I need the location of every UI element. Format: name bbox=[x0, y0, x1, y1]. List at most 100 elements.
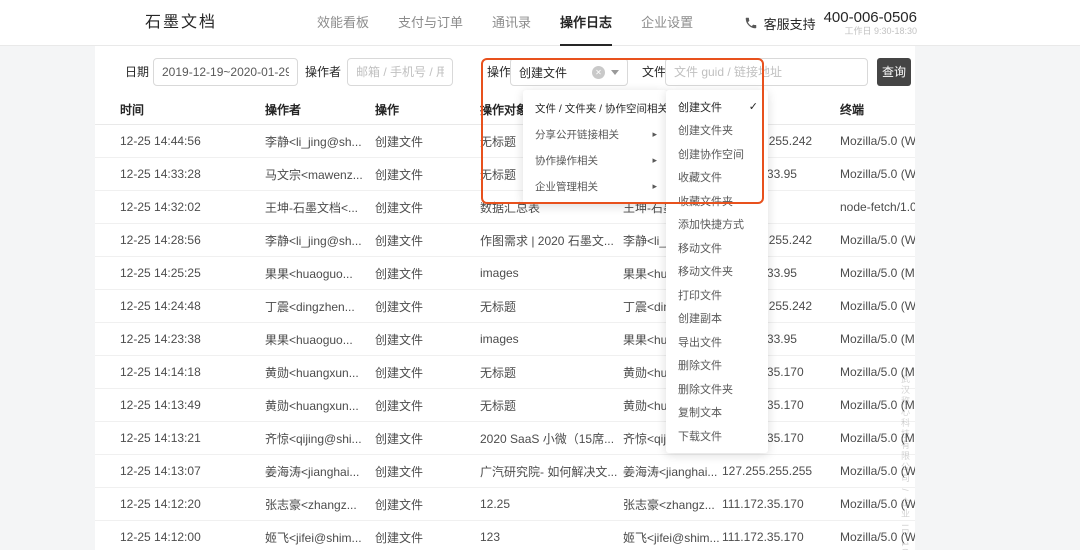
support-label: 客服支持 bbox=[764, 14, 816, 33]
table-row: 12-25 14:25:25果果<huaoguo...创建文件images果果<… bbox=[95, 257, 915, 290]
menu-group-item[interactable]: 分享公开链接相关▸ bbox=[523, 121, 667, 147]
menu-item[interactable]: 收藏文件 bbox=[666, 166, 768, 190]
nav-item-active[interactable]: 操作日志 bbox=[560, 0, 612, 46]
cell-terminal: node-fetch/1.0 (... bbox=[840, 200, 915, 214]
table-header-row: 时间操作者操作操作对象终端 bbox=[95, 95, 915, 125]
menu-group-label: 企业管理相关 bbox=[535, 179, 598, 194]
menu-item[interactable]: 创建文件✓ bbox=[666, 95, 768, 119]
cell-object: 123 bbox=[480, 530, 623, 544]
cell-operator: 齐惊<qijing@shi... bbox=[265, 430, 375, 447]
operator-input[interactable] bbox=[347, 58, 453, 86]
cell-action: 创建文件 bbox=[375, 166, 480, 183]
cell-time: 12-25 14:25:25 bbox=[120, 266, 265, 280]
operation-log-screen: 石墨文档 效能看板支付与订单通讯录操作日志企业设置 客服支持 400-006-0… bbox=[0, 0, 1080, 550]
cell-time: 12-25 14:32:02 bbox=[120, 200, 265, 214]
menu-item[interactable]: 收藏文件夹 bbox=[666, 189, 768, 213]
cell-time: 12-25 14:44:56 bbox=[120, 134, 265, 148]
header-cell: 终端 bbox=[840, 101, 915, 118]
cell-time: 12-25 14:24:48 bbox=[120, 299, 265, 313]
cell-operator: 李静<li_jing@sh... bbox=[265, 232, 375, 249]
menu-group-item[interactable]: 企业管理相关▸ bbox=[523, 173, 667, 199]
menu-item[interactable]: 移动文件夹 bbox=[666, 260, 768, 284]
cell-action: 创建文件 bbox=[375, 529, 480, 546]
menu-item-label: 创建副本 bbox=[678, 310, 722, 326]
clear-icon[interactable]: ✕ bbox=[592, 66, 605, 79]
menu-item-label: 导出文件 bbox=[678, 334, 722, 350]
operator-label: 操作者 bbox=[305, 58, 341, 86]
table-row: 12-25 14:12:00姬飞<jifei@shim...创建文件123姬飞<… bbox=[95, 521, 915, 550]
cell-action: 创建文件 bbox=[375, 463, 480, 480]
nav-item-link[interactable]: 企业设置 bbox=[641, 0, 693, 46]
filter-bar: 日期 操作者 操作 创建文件 ✕ 文件 查询 bbox=[95, 58, 915, 86]
menu-group-label: 分享公开链接相关 bbox=[535, 127, 619, 142]
table-row: 12-25 14:44:56李静<li_jing@sh...创建文件无标题李静<… bbox=[95, 125, 915, 158]
cell-owner: 姬飞<jifei@shim... bbox=[623, 529, 722, 546]
menu-item[interactable]: 复制文本 bbox=[666, 401, 768, 425]
cell-time: 12-25 14:13:07 bbox=[120, 464, 265, 478]
menu-item[interactable]: 创建副本 bbox=[666, 307, 768, 331]
menu-item[interactable]: 移动文件 bbox=[666, 236, 768, 260]
cell-time: 12-25 14:12:00 bbox=[120, 530, 265, 544]
cell-action: 创建文件 bbox=[375, 232, 480, 249]
file-label: 文件 bbox=[642, 58, 666, 86]
table-header: 时间操作者操作操作对象终端 bbox=[95, 95, 915, 125]
action-label: 操作 bbox=[487, 58, 511, 86]
menu-item[interactable]: 下载文件 bbox=[666, 424, 768, 448]
table-row: 12-25 14:13:07姜海涛<jianghai...创建文件广汽研究院- … bbox=[95, 455, 915, 488]
file-guid-input[interactable] bbox=[665, 58, 868, 86]
cell-object: 无标题 bbox=[480, 298, 623, 315]
nav-item-link[interactable]: 支付与订单 bbox=[398, 0, 463, 46]
cell-operator: 王坤-石墨文档<... bbox=[265, 199, 375, 216]
nav-item-link[interactable]: 通讯录 bbox=[492, 0, 531, 46]
nav-item-link[interactable]: 效能看板 bbox=[317, 0, 369, 46]
menu-item[interactable]: 删除文件 bbox=[666, 354, 768, 378]
menu-item[interactable]: 删除文件夹 bbox=[666, 377, 768, 401]
menu-item[interactable]: 创建协作空间 bbox=[666, 142, 768, 166]
menu-group-item[interactable]: 协作操作相关 ▸ bbox=[523, 147, 667, 173]
action-select[interactable]: 创建文件 ✕ bbox=[510, 58, 628, 86]
cell-object: images bbox=[480, 266, 623, 280]
header-cell: 时间 bbox=[120, 101, 265, 118]
date-range-input[interactable] bbox=[153, 58, 298, 86]
cell-time: 12-25 14:28:56 bbox=[120, 233, 265, 247]
cell-ip: 111.172.35.170 bbox=[722, 497, 840, 511]
cell-operator: 马文宗<mawenz... bbox=[265, 166, 375, 183]
cell-operator: 姜海涛<jianghai... bbox=[265, 463, 375, 480]
cell-owner: 张志豪<zhangz... bbox=[623, 496, 722, 513]
cell-terminal: Mozilla/5.0 (Wind... bbox=[840, 134, 915, 148]
header-cell: 操作 bbox=[375, 101, 480, 118]
cell-object: images bbox=[480, 332, 623, 346]
cell-operator: 张志豪<zhangz... bbox=[265, 496, 375, 513]
phone-icon bbox=[744, 16, 758, 30]
cell-ip: 127.255.255.255 bbox=[722, 464, 840, 478]
menu-item-label: 创建协作空间 bbox=[678, 146, 744, 162]
menu-item[interactable]: 导出文件 bbox=[666, 330, 768, 354]
app-logo: 石墨文档 bbox=[145, 0, 217, 46]
cell-ip: 111.172.35.170 bbox=[722, 530, 840, 544]
cell-terminal: Mozilla/5.0 (Wind... bbox=[840, 299, 915, 313]
submenu-arrow-icon: ▸ bbox=[652, 155, 657, 166]
cell-operator: 姬飞<jifei@shim... bbox=[265, 529, 375, 546]
cell-time: 12-25 14:14:18 bbox=[120, 365, 265, 379]
menu-group-label: 协作操作相关 bbox=[535, 153, 598, 168]
menu-item[interactable]: 添加快捷方式 bbox=[666, 213, 768, 237]
cell-terminal: Mozilla/5.0 (Wind... bbox=[840, 233, 915, 247]
search-button[interactable]: 查询 bbox=[877, 58, 911, 86]
table-row: 12-25 14:23:38果果<huaoguo...创建文件images果果<… bbox=[95, 323, 915, 356]
table-body: 12-25 14:44:56李静<li_jing@sh...创建文件无标题李静<… bbox=[95, 125, 915, 550]
table-row: 12-25 14:13:21齐惊<qijing@shi...创建文件2020 S… bbox=[95, 422, 915, 455]
cell-time: 12-25 14:23:38 bbox=[120, 332, 265, 346]
cell-time: 12-25 14:13:21 bbox=[120, 431, 265, 445]
menu-item-label: 下载文件 bbox=[678, 428, 722, 444]
menu-item[interactable]: 创建文件夹 bbox=[666, 119, 768, 143]
cell-operator: 丁震<dingzhen... bbox=[265, 298, 375, 315]
table-row: 12-25 14:33:28马文宗<mawenz...创建文件无标题马文宗<ma… bbox=[95, 158, 915, 191]
menu-group-label: 文件 / 文件夹 / 协作空间相关 bbox=[535, 101, 668, 116]
menu-item[interactable]: 打印文件 bbox=[666, 283, 768, 307]
cell-operator: 黄勋<huangxun... bbox=[265, 397, 375, 414]
menu-group-item[interactable]: 文件 / 文件夹 / 协作空间相关▸ bbox=[523, 95, 667, 121]
cell-terminal: Mozilla/5.0 (Wind... bbox=[840, 167, 915, 181]
menu-item-label: 收藏文件 bbox=[678, 169, 722, 185]
main-nav: 效能看板支付与订单通讯录操作日志企业设置 bbox=[317, 0, 722, 46]
cell-time: 12-25 14:12:20 bbox=[120, 497, 265, 511]
